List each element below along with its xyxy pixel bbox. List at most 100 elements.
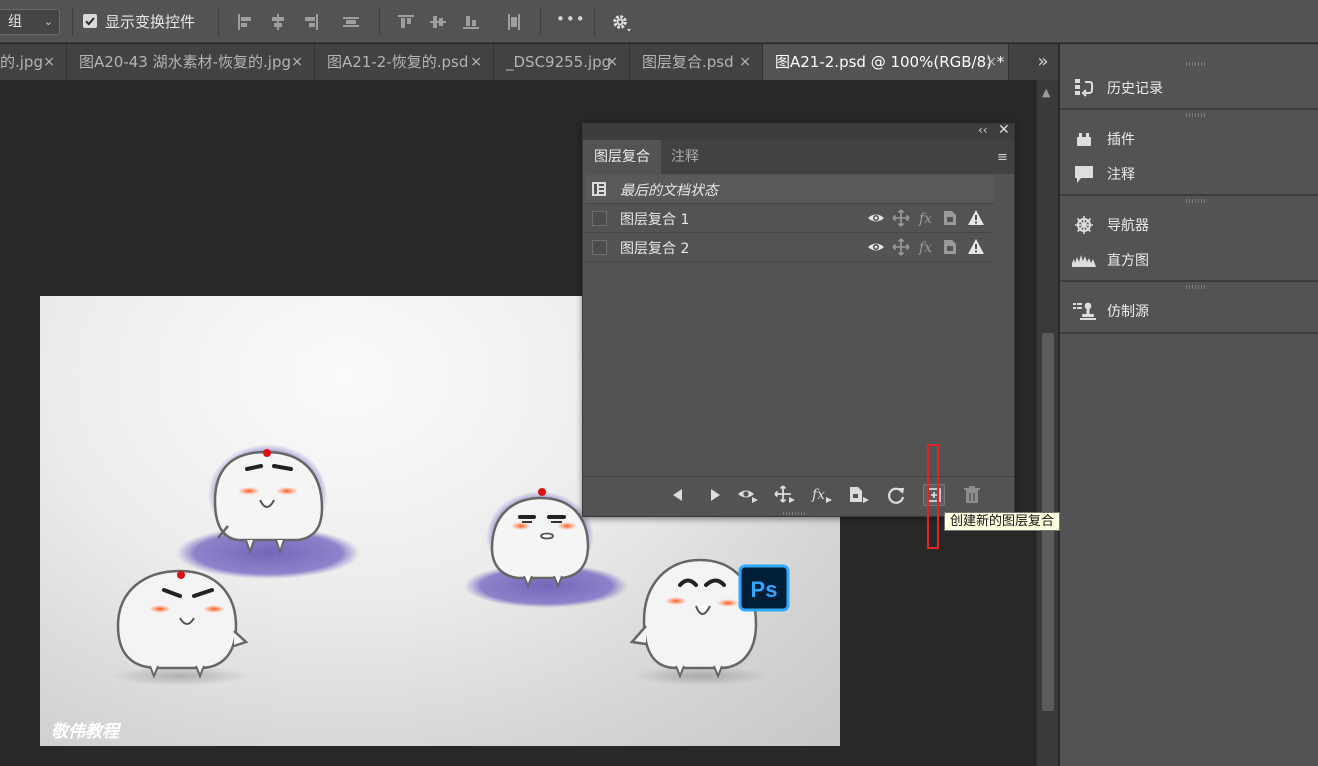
align-left-edges-icon[interactable] <box>234 11 256 33</box>
update-comp-icon[interactable] <box>885 484 907 506</box>
dock-item-label: 直方图 <box>1107 253 1149 269</box>
visibility-icon[interactable] <box>867 238 885 256</box>
divider <box>379 8 380 36</box>
auto-select-dropdown[interactable]: 组 ⌄ <box>0 9 60 35</box>
align-top-edges-icon[interactable] <box>395 11 417 33</box>
visibility-icon[interactable] <box>867 209 885 227</box>
dock-item-clone-source[interactable]: 仿制源 <box>1060 296 1318 326</box>
document-tab[interactable]: 图A21-2-恢复的.psd × <box>315 44 494 80</box>
character-1 <box>176 444 360 579</box>
appearance-icon[interactable] <box>941 238 959 256</box>
dock-item-histogram[interactable]: 直方图 <box>1060 245 1318 275</box>
layer-comp-row[interactable]: 图层复合 1 fx <box>585 204 994 233</box>
svg-text:fx: fx <box>918 240 932 256</box>
checkmark-icon <box>85 17 95 26</box>
panel-resize-grip[interactable] <box>783 512 807 515</box>
divider <box>540 8 541 36</box>
ps-badge-text: Ps <box>751 577 778 602</box>
fx-style-icon[interactable]: fx <box>918 238 936 256</box>
dock-item-notes[interactable]: 注释 <box>1060 159 1318 189</box>
close-icon[interactable]: × <box>470 44 482 80</box>
layer-comp-row-last-state[interactable]: 最后的文档状态 <box>585 175 994 204</box>
watermark: 敬伟教程 <box>51 722 119 742</box>
dock-item-navigator[interactable]: 导航器 <box>1060 210 1318 240</box>
dock-grip[interactable] <box>1186 199 1206 203</box>
dock-item-label: 插件 <box>1107 132 1135 148</box>
align-bottom-edges-icon[interactable] <box>460 11 482 33</box>
dock-item-label: 仿制源 <box>1107 304 1149 320</box>
apply-comp-checkbox[interactable] <box>592 211 607 226</box>
close-icon[interactable]: × <box>606 44 618 80</box>
show-transform-label[interactable]: 显示变换控件 <box>105 11 195 32</box>
document-tab-active[interactable]: 图A21-2.psd @ 100%(RGB/8) * × <box>763 44 1009 80</box>
apply-style-icon[interactable]: fx <box>811 484 833 506</box>
position-icon[interactable] <box>892 209 910 227</box>
divider <box>1060 280 1318 282</box>
histogram-icon <box>1072 255 1096 267</box>
panel-title-strip[interactable]: ‹‹ ✕ <box>583 122 1014 140</box>
close-icon[interactable]: × <box>739 44 751 80</box>
document-tab[interactable]: _DSC9255.jpg × <box>494 44 630 80</box>
notes-icon <box>1075 166 1093 183</box>
tabs-overflow-icon[interactable]: » <box>1028 44 1058 80</box>
document-tab[interactable]: 图A20-43 湖水素材-恢复的.jpg × <box>67 44 315 80</box>
close-panel-icon[interactable]: ✕ <box>998 122 1010 138</box>
panel-menu-icon[interactable]: ≡ <box>997 150 1008 165</box>
next-comp-icon[interactable] <box>704 484 726 506</box>
dock-grip[interactable] <box>1186 285 1206 289</box>
options-bar: 组 ⌄ 显示变换控件 ••• <box>0 0 1318 43</box>
dock-item-label: 导航器 <box>1107 218 1149 234</box>
close-icon[interactable]: × <box>43 44 55 80</box>
collapse-panel-icon[interactable]: ‹‹ <box>978 123 988 137</box>
dock-item-history[interactable]: 历史记录 <box>1060 73 1318 103</box>
position-icon[interactable] <box>892 238 910 256</box>
workspace-vertical-scrollbar[interactable]: ▲ <box>1036 80 1058 766</box>
dock-item-label: 历史记录 <box>1107 81 1163 97</box>
trash-icon[interactable] <box>961 484 983 506</box>
apply-position-icon[interactable] <box>774 484 796 506</box>
dock-grip[interactable] <box>1186 113 1206 117</box>
divider <box>218 8 219 36</box>
appearance-icon[interactable] <box>941 209 959 227</box>
tab-label: 图A21-2-恢复的.psd <box>327 53 469 71</box>
document-tab[interactable]: 的.jpg × <box>0 44 67 80</box>
svg-text:fx: fx <box>811 487 825 503</box>
close-icon[interactable]: × <box>291 44 303 80</box>
scroll-up-icon[interactable]: ▲ <box>1042 86 1050 99</box>
dock-item-plugins[interactable]: 插件 <box>1060 124 1318 154</box>
panel-scroll-area[interactable] <box>996 174 1014 474</box>
more-options-icon[interactable]: ••• <box>556 10 586 28</box>
align-vertical-centers-icon[interactable] <box>427 11 449 33</box>
tab-label: 图A20-43 湖水素材-恢复的.jpg <box>79 53 292 71</box>
tab-layer-comps[interactable]: 图层复合 <box>583 140 661 174</box>
align-horizontal-centers-icon[interactable] <box>267 11 289 33</box>
warning-icon[interactable] <box>967 209 985 227</box>
apply-comp-checkbox[interactable] <box>592 240 607 255</box>
apply-visibility-icon[interactable] <box>737 484 759 506</box>
layer-comp-row[interactable]: 图层复合 2 fx <box>585 233 994 262</box>
layer-comp-attributes: fx <box>867 209 991 229</box>
tab-label: 图A21-2.psd @ 100%(RGB/8) * <box>775 53 1005 71</box>
gear-icon[interactable] <box>610 11 632 33</box>
align-right-edges-icon[interactable] <box>300 11 322 33</box>
panel-tab-bar: 图层复合 注释 ≡ <box>583 140 1014 174</box>
navigator-icon <box>1075 216 1093 234</box>
tab-label: 注释 <box>671 149 699 165</box>
previous-comp-icon[interactable] <box>667 484 689 506</box>
tab-label: 图层复合.psd <box>642 53 734 71</box>
divider <box>1060 332 1318 334</box>
layer-comp-name: 图层复合 2 <box>620 241 690 257</box>
layer-comp-name: 最后的文档状态 <box>620 183 718 199</box>
fx-style-icon[interactable]: fx <box>918 209 936 227</box>
clone-source-icon <box>1073 302 1096 320</box>
distribute-horizontal-icon[interactable] <box>503 11 525 33</box>
divider <box>594 8 595 36</box>
apply-appearance-icon[interactable] <box>848 484 870 506</box>
close-icon[interactable]: × <box>985 44 997 80</box>
distribute-vertical-icon[interactable] <box>340 11 362 33</box>
document-tab[interactable]: 图层复合.psd × <box>630 44 763 80</box>
warning-icon[interactable] <box>967 238 985 256</box>
tab-notes[interactable]: 注释 <box>660 140 710 174</box>
show-transform-checkbox[interactable] <box>83 14 97 28</box>
dock-grip[interactable] <box>1186 62 1206 66</box>
